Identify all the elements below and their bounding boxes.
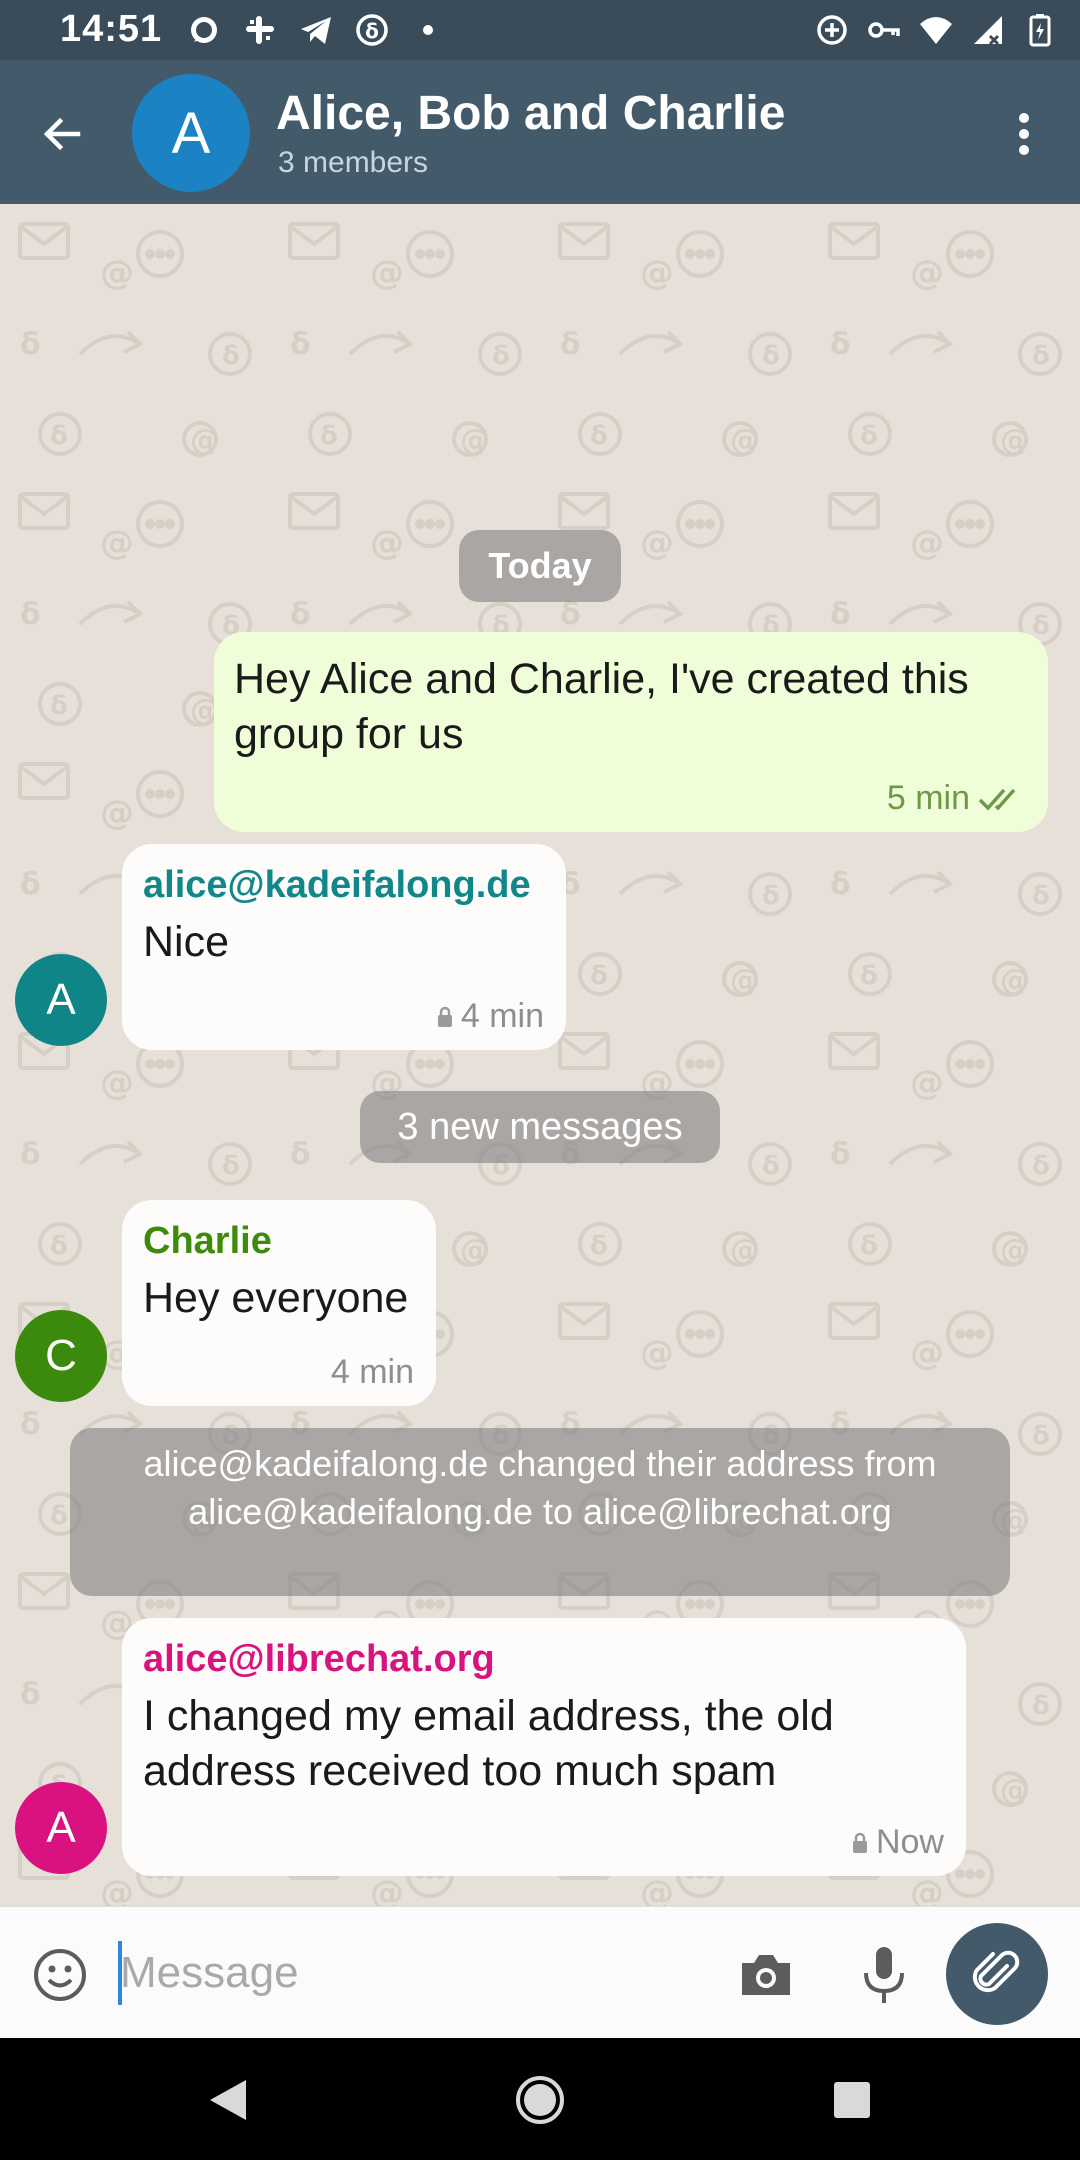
- overflow-menu-button[interactable]: [992, 102, 1056, 166]
- nav-home-button[interactable]: [508, 2068, 572, 2132]
- message-meta: 5 min: [887, 779, 1026, 818]
- nav-recents-button[interactable]: [820, 2068, 884, 2132]
- message-input[interactable]: [118, 1937, 678, 2009]
- deltachat-icon: δ: [356, 14, 388, 46]
- member-count: 3 members: [278, 146, 429, 179]
- nav-back-button[interactable]: [196, 2068, 260, 2132]
- double-check-icon: [978, 788, 1016, 811]
- incoming-message[interactable]: Charlie Hey everyone 4 min: [122, 1200, 436, 1406]
- message-meta: 4 min: [331, 1353, 414, 1392]
- message-time: 4 min: [330, 1353, 414, 1391]
- sender-name[interactable]: alice@librechat.org: [143, 1638, 945, 1681]
- signal-app-icon: [191, 17, 217, 43]
- cell-signal-icon: [974, 16, 1002, 46]
- new-messages-separator: 3 new messages: [360, 1091, 720, 1163]
- paperclip-icon: [972, 1950, 1020, 1993]
- sender-avatar[interactable]: A: [15, 954, 107, 1046]
- wifi-icon: [920, 17, 952, 44]
- battery-icon: [1029, 14, 1051, 47]
- message-text: Hey everyone: [143, 1274, 409, 1322]
- lock-icon: [852, 1832, 867, 1853]
- message-meta: 4 min: [437, 997, 544, 1036]
- svg-text:δ: δ: [365, 19, 379, 43]
- sender-name[interactable]: Charlie: [143, 1220, 415, 1263]
- system-icons: [814, 12, 1058, 48]
- message-time: Now: [875, 1823, 944, 1861]
- status-time: 14:51: [60, 8, 163, 50]
- camera-icon[interactable]: [736, 1945, 796, 2005]
- incoming-message[interactable]: alice@librechat.org I changed my email a…: [122, 1618, 966, 1876]
- microphone-icon[interactable]: [854, 1943, 914, 2007]
- telegram-icon: [301, 17, 331, 44]
- data-saver-icon: [817, 15, 847, 45]
- triangle-back-icon: [210, 2080, 246, 2120]
- status-bar: 14:51 δ: [0, 0, 1080, 60]
- incoming-message[interactable]: alice@kadeifalong.de Nice 4 min: [122, 844, 566, 1050]
- message-meta: Now: [852, 1823, 944, 1862]
- message-composer: [0, 1906, 1080, 2038]
- square-recents-icon: [834, 2082, 870, 2118]
- notification-icons: δ: [186, 12, 446, 48]
- date-separator: Today: [459, 530, 621, 602]
- dot-icon: [423, 25, 433, 35]
- more-vertical-icon: [1019, 113, 1029, 155]
- sender-name[interactable]: alice@kadeifalong.de: [143, 864, 545, 907]
- message-text: Nice: [143, 918, 230, 966]
- back-button[interactable]: [30, 102, 94, 166]
- lock-icon: [437, 1006, 452, 1027]
- circle-home-icon: [516, 2076, 564, 2124]
- chat-header: A Alice, Bob and Charlie 3 members: [0, 60, 1080, 204]
- outgoing-message[interactable]: Hey Alice and Charlie, I've created this…: [214, 632, 1048, 832]
- vpn-key-icon: [868, 22, 900, 38]
- slack-icon: [246, 16, 274, 44]
- emoji-icon[interactable]: [30, 1945, 90, 2005]
- message-time: 4 min: [460, 997, 544, 1035]
- message-time: 5 min: [886, 779, 970, 817]
- group-avatar[interactable]: A: [132, 74, 250, 192]
- arrow-left-icon: [43, 117, 81, 151]
- chat-title[interactable]: Alice, Bob and Charlie: [276, 86, 785, 141]
- message-text: I changed my email address, the old addr…: [143, 1692, 834, 1795]
- attach-button[interactable]: [946, 1923, 1048, 2025]
- sender-avatar[interactable]: C: [15, 1310, 107, 1402]
- message-text: Hey Alice and Charlie, I've created this…: [234, 655, 969, 758]
- message-list[interactable]: δ δ @ @ δ Today Hey Alice and Charlie, I…: [0, 204, 1080, 1906]
- system-info-message[interactable]: alice@kadeifalong.de changed their addre…: [70, 1428, 1010, 1596]
- sender-avatar[interactable]: A: [15, 1782, 107, 1874]
- system-navigation-bar: [0, 2038, 1080, 2160]
